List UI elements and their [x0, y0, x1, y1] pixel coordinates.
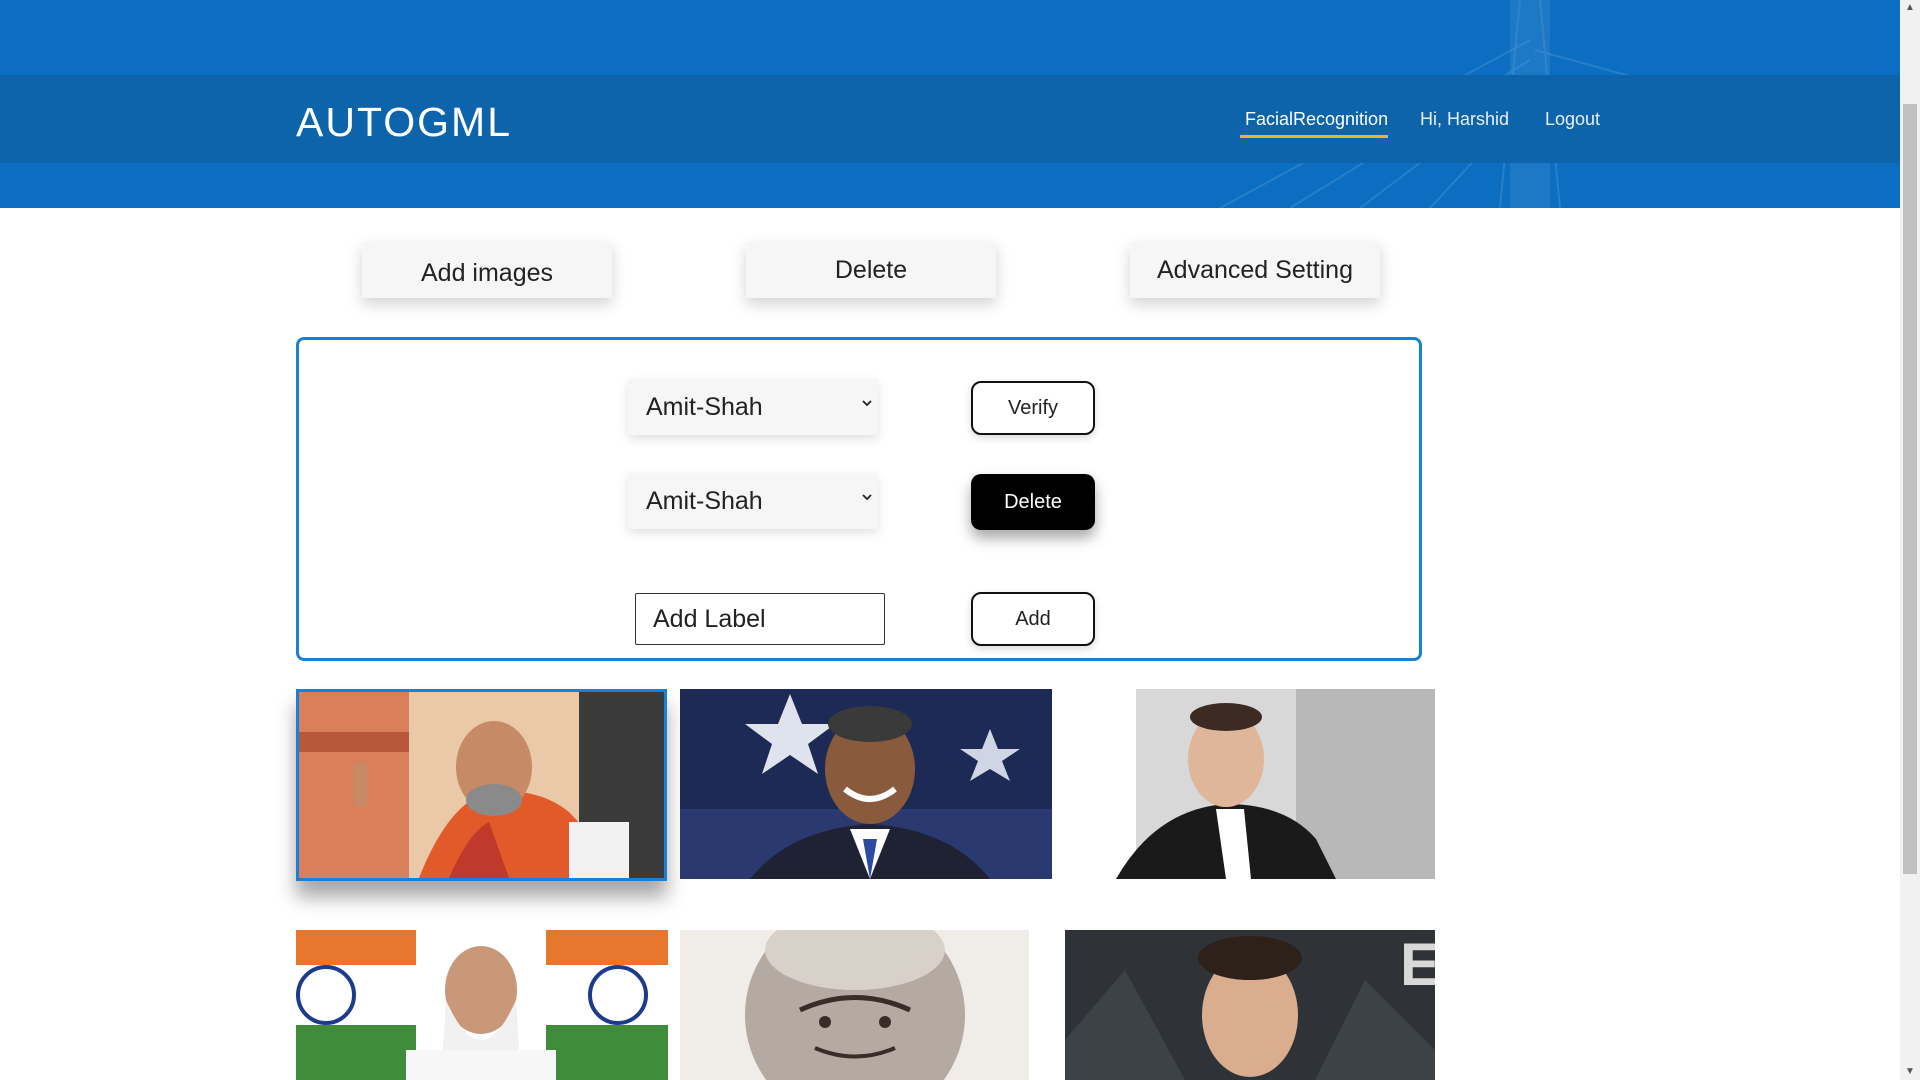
chevron-down-icon	[862, 400, 872, 407]
verify-button[interactable]: Verify	[971, 381, 1095, 435]
brand-logo[interactable]: AUTOGML	[296, 99, 512, 146]
svg-text:E: E	[1400, 931, 1435, 998]
delete-tab-button[interactable]: Delete	[746, 242, 996, 298]
portrait-image	[299, 692, 664, 878]
gallery-image[interactable]	[680, 930, 1029, 1080]
delete-label-select-value: Amit-Shah	[646, 486, 763, 515]
chevron-down-icon	[862, 494, 872, 501]
delete-label-button[interactable]: Delete	[971, 474, 1095, 530]
add-images-button[interactable]: Add images	[362, 242, 612, 298]
gallery-image[interactable]	[296, 689, 667, 881]
scroll-down-icon[interactable]: ▼	[1900, 1064, 1920, 1080]
gallery-image[interactable]	[1076, 689, 1435, 879]
add-label-input[interactable]	[635, 593, 885, 645]
header-hero: AUTOGML FacialRecognition Hi, Harshid Lo…	[0, 0, 1900, 208]
add-label-button[interactable]: Add	[971, 592, 1095, 646]
portrait-image	[296, 930, 668, 1080]
portrait-image	[1076, 689, 1435, 879]
delete-label-select[interactable]: Amit-Shah	[628, 473, 878, 529]
portrait-image	[680, 689, 1052, 879]
advanced-setting-button[interactable]: Advanced Setting	[1130, 242, 1380, 298]
nav-facial-recognition[interactable]: FacialRecognition	[1245, 109, 1388, 130]
nav-logout[interactable]: Logout	[1545, 109, 1600, 130]
label-management-panel: Amit-Shah Verify Amit-Shah Delete Add	[296, 337, 1422, 661]
nav-active-indicator	[1240, 135, 1388, 138]
gallery-image[interactable]	[296, 930, 668, 1080]
gallery-image[interactable]	[680, 689, 1052, 879]
verify-label-select[interactable]: Amit-Shah	[628, 379, 878, 435]
verify-label-select-value: Amit-Shah	[646, 392, 763, 421]
portrait-image: E	[1065, 930, 1435, 1080]
page-scrollbar[interactable]: ▲ ▼	[1900, 0, 1920, 1080]
scroll-thumb[interactable]	[1903, 104, 1917, 874]
portrait-image	[680, 930, 1029, 1080]
gallery-image[interactable]: E	[1065, 930, 1435, 1080]
nav-user-greeting[interactable]: Hi, Harshid	[1420, 109, 1509, 130]
scroll-up-icon[interactable]: ▲	[1900, 0, 1920, 16]
navbar: AUTOGML FacialRecognition Hi, Harshid Lo…	[0, 75, 1900, 163]
